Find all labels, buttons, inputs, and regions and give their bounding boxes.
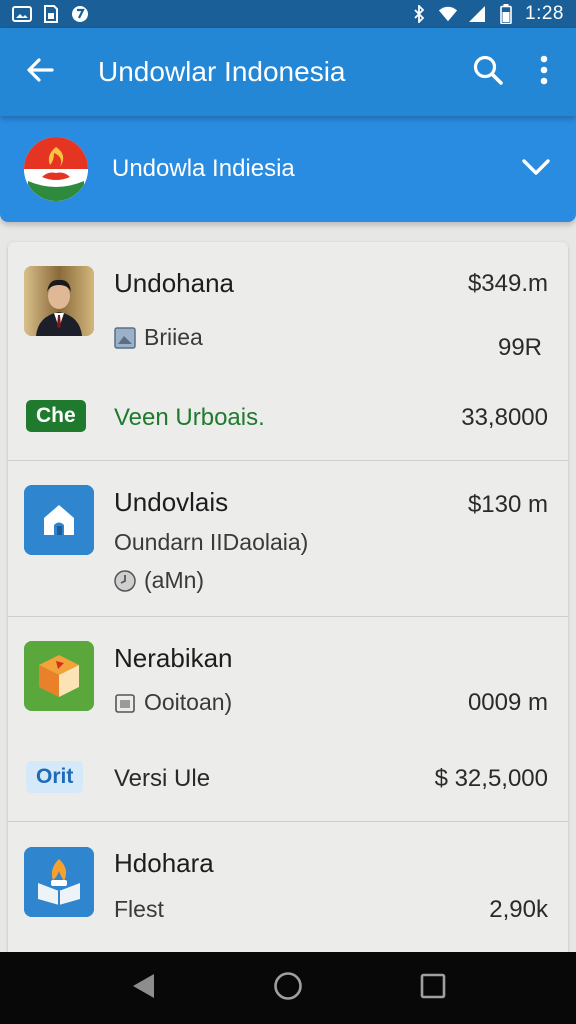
item-name: Hdohara [114,848,214,878]
search-icon [472,54,504,91]
bluetooth-icon [409,5,429,23]
image-icon [114,326,136,349]
item-tag-value: 33,8000 [461,404,548,431]
item-subtitle-text: Ooitoan) [144,689,233,715]
home-app-icon [24,485,94,555]
item-secondary-value: 99R [497,334,542,361]
signal-icon [467,5,487,23]
status-badge: Che [26,400,86,432]
status-right: 1:28 [409,3,564,25]
list-item[interactable]: Nerabikan Ooitoan) 0009 m Orit Versi Ule… [8,617,568,822]
nav-home-button[interactable] [258,958,318,1018]
status-bar: 1:28 [0,0,576,28]
back-button[interactable] [0,28,80,116]
home-circle-icon [273,971,303,1006]
sim-icon [41,5,61,23]
item-subtitle: Oundarn IIDaolaia) [114,529,309,555]
battery-icon [496,4,516,24]
item-subtitle-text: Briiea [144,324,203,350]
item-subtitle: Ooitoan) [114,689,232,716]
item-name: Undovlais [114,487,229,517]
book-app-icon [24,847,94,917]
arrow-left-icon [25,55,55,90]
clock-icon [114,569,136,592]
box-app-icon [24,641,94,711]
person-photo [24,266,94,336]
item-meta-text: (aMn) [144,567,205,593]
chevron-down-icon [521,157,551,182]
page-title: Undowlar Indonesia [98,56,346,87]
calendar-icon [114,692,136,714]
nav-back-button[interactable] [113,958,173,1018]
item-price: 2,90k [489,896,548,923]
shield-icon [70,5,90,23]
status-badge: Orit [26,761,84,793]
recents-square-icon [420,973,446,1004]
item-price: 0009 m [467,689,548,716]
region-dropdown-button[interactable] [496,116,576,222]
list-item[interactable]: Undovlais Oundarn IIDaolaia) (aMn) $130 … [8,461,568,617]
item-meta: (aMn) [114,567,204,594]
item-subtitle: Briiea [114,324,203,351]
status-time: 1:28 [525,3,564,24]
item-tag-value: $ 32,5,000 [434,765,548,792]
item-tag-text: Versi Ule [114,765,211,792]
nav-recents-button[interactable] [403,958,463,1018]
region-selector[interactable]: Undowla Indiesia [0,116,576,222]
back-triangle-icon [130,972,156,1005]
item-name: Undohana [114,268,234,298]
item-price: $130 m [467,491,548,518]
flag-badge-icon [24,137,88,201]
list-item[interactable]: Hdohara Flest 2,90k [8,822,568,952]
image-icon [12,5,32,23]
item-name: Nerabikan [114,643,233,673]
item-price: $349.m [467,270,548,297]
app-bar: Undowlar Indonesia [0,28,576,116]
item-subtitle: Flest [114,896,164,922]
wifi-icon [438,5,458,23]
list-item[interactable]: Undohana Briiea $349.m 99R Che Veen Urbo… [8,242,568,461]
more-options-button[interactable] [516,28,572,116]
item-tag-text: Veen Urboais. [114,404,265,431]
listing-list: Undohana Briiea $349.m 99R Che Veen Urbo… [8,242,568,952]
more-vert-icon [539,55,549,90]
system-nav-bar [0,952,576,1024]
status-left [12,5,90,23]
search-button[interactable] [460,28,516,116]
region-name: Undowla Indiesia [112,155,295,182]
